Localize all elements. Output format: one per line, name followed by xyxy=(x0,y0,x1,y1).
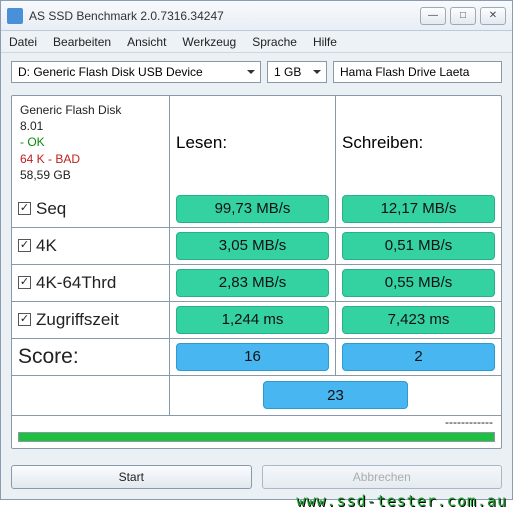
test-row: ✓ Zugriffszeit 1,244 ms 7,423 ms xyxy=(12,301,501,338)
test-label-cell: ✓ Seq xyxy=(12,191,170,227)
capacity-label: 58,59 GB xyxy=(20,167,121,183)
menu-tools[interactable]: Werkzeug xyxy=(182,35,236,49)
test-label: Seq xyxy=(36,199,66,219)
test-read-value: 99,73 MB/s xyxy=(176,195,329,223)
score-read: 16 xyxy=(176,343,329,371)
col-header-read: Lesen: xyxy=(170,96,336,191)
test-write-value: 0,51 MB/s xyxy=(342,232,495,260)
menubar: Datei Bearbeiten Ansicht Werkzeug Sprach… xyxy=(1,31,512,53)
menu-view[interactable]: Ansicht xyxy=(127,35,166,49)
status-ok: - OK xyxy=(20,134,121,150)
maximize-button[interactable]: □ xyxy=(450,7,476,25)
drive-name-input[interactable]: Hama Flash Drive Laeta xyxy=(333,61,502,83)
test-read-value: 1,244 ms xyxy=(176,306,329,334)
score-write: 2 xyxy=(342,343,495,371)
total-spacer xyxy=(12,376,170,415)
test-label: Zugriffszeit xyxy=(36,310,119,330)
drive-name-value: Hama Flash Drive Laeta xyxy=(340,65,469,79)
test-write-value: 12,17 MB/s xyxy=(342,195,495,223)
close-button[interactable]: ✕ xyxy=(480,7,506,25)
controls-row: D: Generic Flash Disk USB Device 1 GB Ha… xyxy=(1,53,512,89)
test-row: ✓ Seq 99,73 MB/s 12,17 MB/s xyxy=(12,191,501,227)
menu-edit[interactable]: Bearbeiten xyxy=(53,35,111,49)
titlebar: AS SSD Benchmark 2.0.7316.34247 — □ ✕ xyxy=(1,1,512,31)
drive-name-label: Generic Flash Disk xyxy=(20,102,121,118)
app-window: AS SSD Benchmark 2.0.7316.34247 — □ ✕ Da… xyxy=(0,0,513,500)
app-icon xyxy=(7,8,23,24)
minimize-button[interactable]: — xyxy=(420,7,446,25)
window-controls: — □ ✕ xyxy=(420,7,506,25)
test-row: ✓ 4K 3,05 MB/s 0,51 MB/s xyxy=(12,227,501,264)
menu-language[interactable]: Sprache xyxy=(252,35,297,49)
progress-text: ------------ xyxy=(445,415,493,429)
menu-file[interactable]: Datei xyxy=(9,35,37,49)
progress-fill xyxy=(19,433,494,441)
test-row: ✓ 4K-64Thrd 2,83 MB/s 0,55 MB/s xyxy=(12,264,501,301)
firmware-label: 8.01 xyxy=(20,118,121,134)
total-row: 23 xyxy=(12,375,501,415)
watermark: www.ssd-tester.com.au xyxy=(296,492,507,510)
test-write-value: 7,423 ms xyxy=(342,306,495,334)
menu-help[interactable]: Hilfe xyxy=(313,35,337,49)
test-write-value: 0,55 MB/s xyxy=(342,269,495,297)
score-total: 23 xyxy=(263,381,408,409)
test-read-value: 3,05 MB/s xyxy=(176,232,329,260)
progress-area: ------------ xyxy=(12,415,501,448)
device-select-value: D: Generic Flash Disk USB Device xyxy=(18,65,203,79)
col-header-write: Schreiben: xyxy=(336,96,501,191)
status-bad: 64 K - BAD xyxy=(20,151,121,167)
content-area: Generic Flash Disk 8.01 - OK 64 K - BAD … xyxy=(1,89,512,457)
test-checkbox[interactable]: ✓ xyxy=(18,313,31,326)
test-read-value: 2,83 MB/s xyxy=(176,269,329,297)
progress-bar xyxy=(18,432,495,442)
header-row: Generic Flash Disk 8.01 - OK 64 K - BAD … xyxy=(12,96,501,191)
test-label: 4K xyxy=(36,236,57,256)
score-row: Score: 16 2 xyxy=(12,338,501,375)
size-select-value: 1 GB xyxy=(274,65,301,79)
device-select[interactable]: D: Generic Flash Disk USB Device xyxy=(11,61,261,83)
window-title: AS SSD Benchmark 2.0.7316.34247 xyxy=(29,9,420,23)
score-label: Score: xyxy=(12,339,170,375)
start-button[interactable]: Start xyxy=(11,465,252,489)
test-checkbox[interactable]: ✓ xyxy=(18,276,31,289)
results-grid: Generic Flash Disk 8.01 - OK 64 K - BAD … xyxy=(11,95,502,449)
test-label-cell: ✓ 4K-64Thrd xyxy=(12,265,170,301)
test-checkbox[interactable]: ✓ xyxy=(18,202,31,215)
test-label-cell: ✓ 4K xyxy=(12,228,170,264)
abort-button[interactable]: Abbrechen xyxy=(262,465,503,489)
test-checkbox[interactable]: ✓ xyxy=(18,239,31,252)
test-label: 4K-64Thrd xyxy=(36,273,116,293)
drive-info: Generic Flash Disk 8.01 - OK 64 K - BAD … xyxy=(12,96,170,191)
size-select[interactable]: 1 GB xyxy=(267,61,327,83)
test-label-cell: ✓ Zugriffszeit xyxy=(12,302,170,338)
